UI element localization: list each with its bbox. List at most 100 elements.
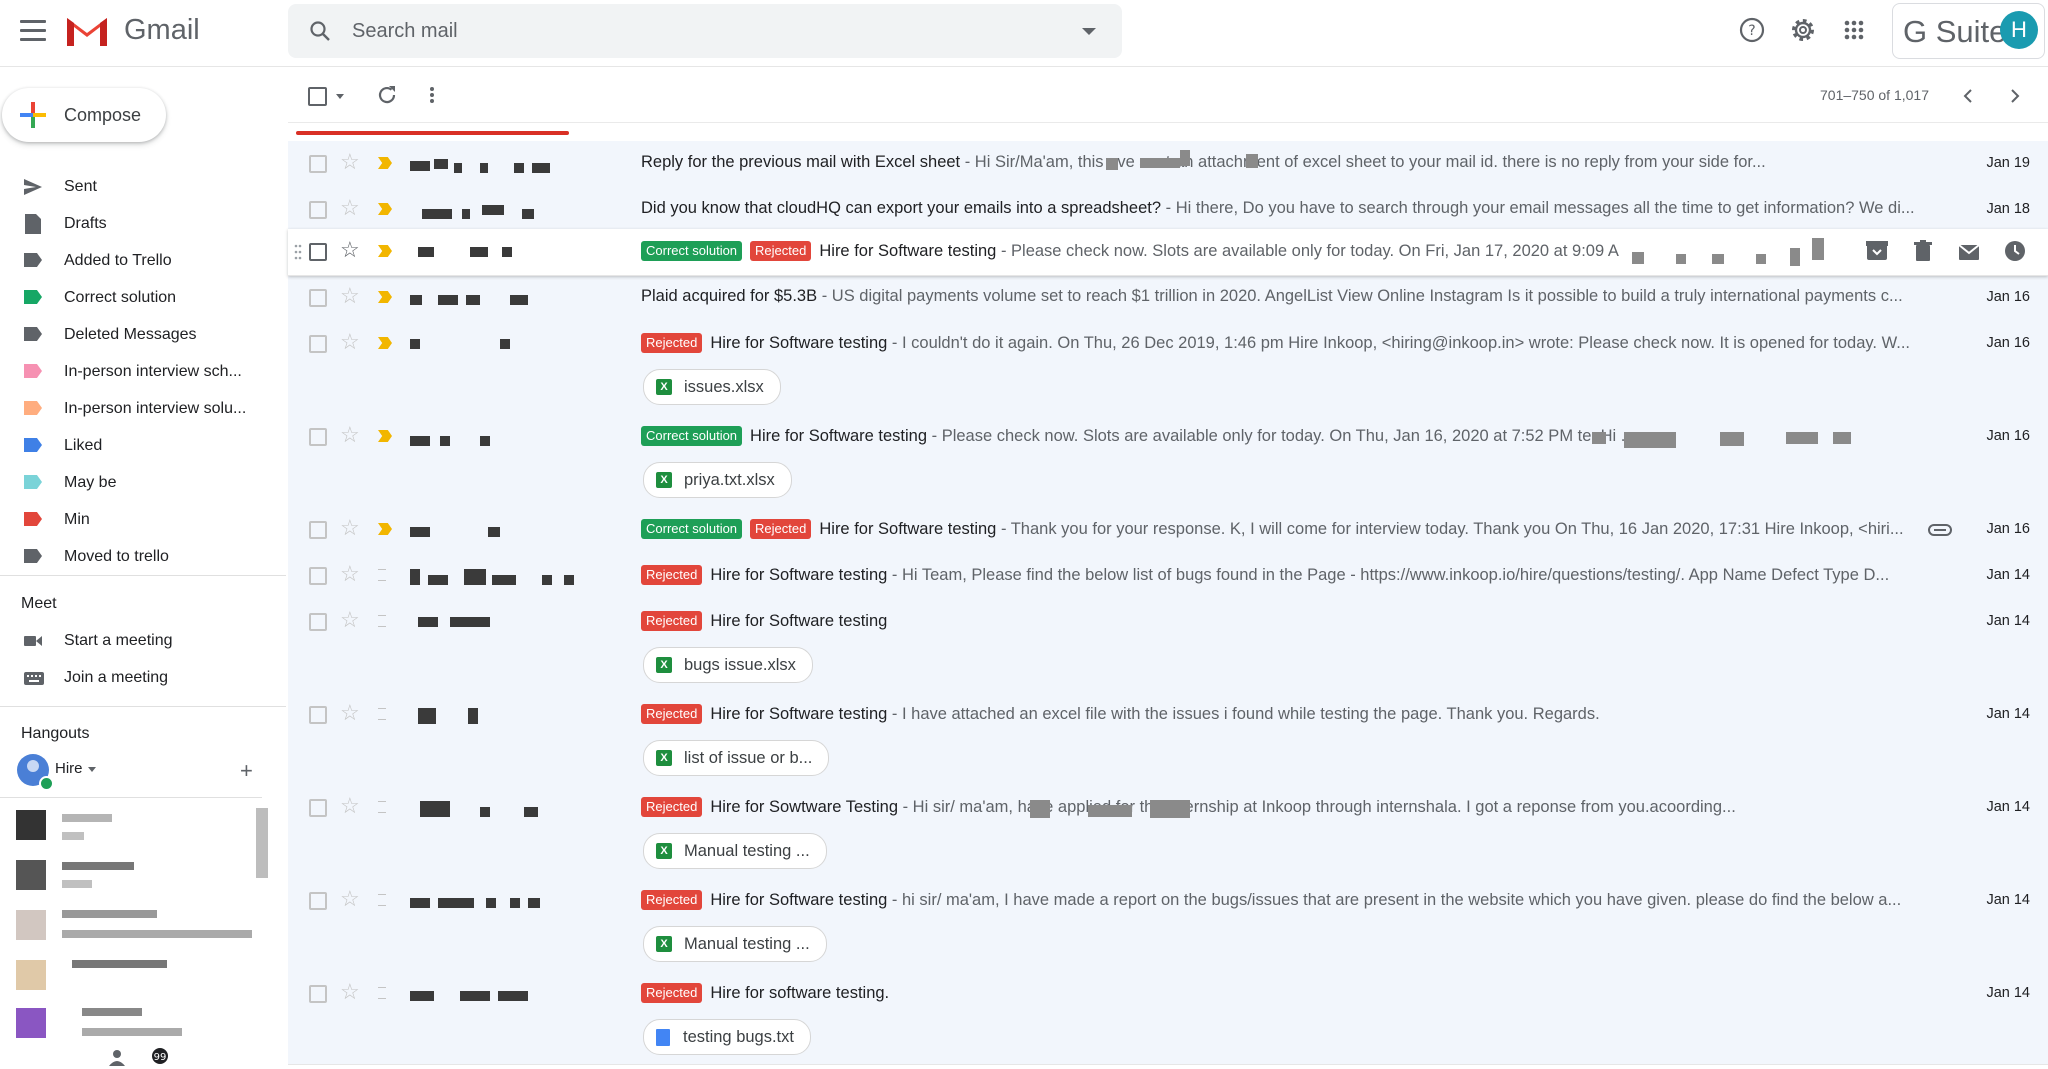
- star-icon[interactable]: ☆: [340, 517, 360, 539]
- hangouts-chat-icon[interactable]: 99: [150, 1048, 170, 1066]
- email-row[interactable]: ☆ Rejected Hire for Software testing - I h…: [288, 692, 2048, 786]
- sidebar-item-added-to-trello[interactable]: Added to Trello: [0, 243, 270, 280]
- star-icon[interactable]: ☆: [340, 563, 360, 585]
- sidebar-item-in-person-interview-sch[interactable]: In-person interview sch...: [0, 354, 270, 391]
- importance-marker-icon[interactable]: [378, 523, 392, 535]
- email-checkbox[interactable]: [309, 335, 327, 353]
- email-checkbox[interactable]: [309, 892, 327, 910]
- attachment-chip[interactable]: Xpriya.txt.xlsx: [643, 462, 792, 498]
- email-summary[interactable]: Plaid acquired for $5.3B - US digital pa…: [641, 287, 2048, 306]
- compose-button[interactable]: Compose: [2, 88, 166, 142]
- email-row[interactable]: ☆ Plaid acquired for $5.3B - US digital p…: [288, 275, 2048, 322]
- importance-marker-icon[interactable]: [378, 801, 386, 813]
- star-icon[interactable]: ☆: [340, 981, 360, 1003]
- main-menu-button[interactable]: [20, 20, 46, 42]
- importance-marker-icon[interactable]: [378, 569, 386, 581]
- gmail-logo[interactable]: [64, 14, 110, 48]
- hangouts-user-avatar[interactable]: [17, 754, 54, 791]
- email-summary[interactable]: Reply for the previous mail with Excel s…: [641, 153, 2048, 172]
- label-chip-rejected[interactable]: Rejected: [641, 797, 703, 817]
- newer-page-chevron-left-icon[interactable]: [1958, 86, 1978, 106]
- select-all-checkbox[interactable]: [308, 87, 327, 106]
- help-icon[interactable]: ?: [1736, 14, 1768, 46]
- email-checkbox[interactable]: [309, 243, 327, 261]
- email-checkbox[interactable]: [309, 567, 327, 585]
- star-icon[interactable]: ☆: [340, 151, 360, 173]
- email-summary[interactable]: Rejected Hire for Sowtware Testing - Hi s…: [641, 797, 2048, 817]
- star-icon[interactable]: ☆: [340, 702, 360, 724]
- label-chip-rejected[interactable]: Rejected: [750, 241, 812, 261]
- email-summary[interactable]: Did you know that cloudHQ can export you…: [641, 199, 2048, 218]
- new-conversation-plus-icon[interactable]: +: [240, 758, 253, 784]
- email-row[interactable]: ☆ Rejected Hire for software testing. Jan 1…: [288, 971, 2048, 1065]
- attachment-chip[interactable]: X Manual testing ...: [643, 926, 827, 962]
- email-checkbox[interactable]: [309, 985, 327, 1003]
- settings-gear-icon[interactable]: [1787, 14, 1819, 46]
- search-options-icon[interactable]: [1082, 28, 1096, 35]
- older-page-chevron-right-icon[interactable]: [2005, 86, 2025, 106]
- email-summary[interactable]: Correct solution Rejected Hire for Softwar…: [641, 241, 2048, 261]
- search-bar[interactable]: Search mail: [288, 4, 1122, 58]
- join-meeting-item[interactable]: Join a meeting: [0, 660, 270, 697]
- star-icon[interactable]: ☆: [340, 888, 360, 910]
- select-options-caret-icon[interactable]: [336, 94, 344, 99]
- sidebar-item-may-be[interactable]: May be: [0, 465, 270, 502]
- sidebar-item-moved-to-trello[interactable]: Moved to trello: [0, 539, 270, 576]
- star-icon[interactable]: ☆: [340, 285, 360, 307]
- more-options-icon[interactable]: [424, 84, 440, 106]
- attachment-chip[interactable]: Xbugs issue.xlsx: [643, 647, 813, 683]
- email-row[interactable]: ☆ Did you know that cloudHQ can export yo…: [288, 187, 2048, 234]
- sidebar-item-deleted-messages[interactable]: Deleted Messages: [0, 317, 270, 354]
- email-row[interactable]: ☆ Rejected Hire for Software testing - I c…: [288, 321, 2048, 415]
- email-checkbox[interactable]: [309, 289, 327, 307]
- star-icon[interactable]: ☆: [340, 331, 360, 353]
- archive-icon[interactable]: [1864, 238, 1890, 264]
- label-chip-correct[interactable]: Correct solution: [641, 241, 743, 261]
- attachment-chip[interactable]: X Manual testing ...: [643, 833, 827, 869]
- email-summary[interactable]: Rejected Hire for Software testing: [641, 611, 2048, 631]
- label-chip-rejected[interactable]: Rejected: [641, 565, 703, 585]
- star-icon[interactable]: ☆: [340, 424, 360, 446]
- sidebar-item-liked[interactable]: Liked: [0, 428, 270, 465]
- start-meeting-item[interactable]: Start a meeting: [0, 623, 270, 660]
- email-summary[interactable]: Rejected Hire for Software testing - hi s…: [641, 890, 2048, 910]
- label-chip-rejected[interactable]: Rejected: [641, 333, 703, 353]
- email-row[interactable]: ☆ Correct solution Hire for Software testi…: [288, 414, 2048, 508]
- drag-handle-icon[interactable]: [294, 243, 302, 261]
- email-summary[interactable]: Correct solution Rejected Hire for Softwar…: [641, 519, 2048, 539]
- label-chip-rejected[interactable]: Rejected: [641, 890, 703, 910]
- account-avatar[interactable]: H: [2000, 11, 2038, 49]
- star-icon[interactable]: ☆: [340, 239, 360, 261]
- label-chip-correct[interactable]: Correct solution: [641, 426, 743, 446]
- email-checkbox[interactable]: [309, 799, 327, 817]
- email-row[interactable]: ☆ Rejected Hire for Software testing - Hi …: [288, 553, 2048, 600]
- star-icon[interactable]: ☆: [340, 197, 360, 219]
- email-checkbox[interactable]: [309, 428, 327, 446]
- search-input[interactable]: Search mail: [352, 20, 458, 43]
- attachment-chip[interactable]: Xissues.xlsx: [643, 369, 781, 405]
- email-summary[interactable]: Rejected Hire for Software testing - I ha…: [641, 704, 2048, 724]
- sidebar-item-sent[interactable]: Sent: [0, 169, 270, 206]
- label-chip-correct[interactable]: Correct solution: [641, 519, 743, 539]
- email-checkbox[interactable]: [309, 155, 327, 173]
- delete-trash-icon[interactable]: [1910, 238, 1936, 264]
- importance-marker-icon[interactable]: [378, 245, 392, 257]
- importance-marker-icon[interactable]: [378, 337, 392, 349]
- importance-marker-icon[interactable]: [378, 894, 386, 906]
- email-checkbox[interactable]: [309, 521, 327, 539]
- importance-marker-icon[interactable]: [378, 430, 392, 442]
- sidebar-item-in-person-interview-solu[interactable]: In-person interview solu...: [0, 391, 270, 428]
- email-row[interactable]: ☆ Rejected Hire for Software testing - hi …: [288, 878, 2048, 972]
- contacts-person-icon[interactable]: [108, 1048, 126, 1066]
- refresh-icon[interactable]: [376, 84, 398, 106]
- email-summary[interactable]: Rejected Hire for Software testing - I co…: [641, 333, 2048, 353]
- apps-grid-icon[interactable]: [1838, 14, 1870, 46]
- sidebar-item-min[interactable]: Min: [0, 502, 270, 539]
- gsuite-account-box[interactable]: G Suite H: [1892, 3, 2045, 59]
- sidebar-item-drafts[interactable]: Drafts: [0, 206, 270, 243]
- importance-marker-icon[interactable]: [378, 203, 392, 215]
- label-chip-rejected[interactable]: Rejected: [641, 611, 703, 631]
- label-chip-rejected[interactable]: Rejected: [750, 519, 812, 539]
- hangouts-scrollbar[interactable]: [256, 808, 268, 878]
- email-row[interactable]: ☆ Correct solution Rejected Hire for Softwa…: [288, 507, 2048, 554]
